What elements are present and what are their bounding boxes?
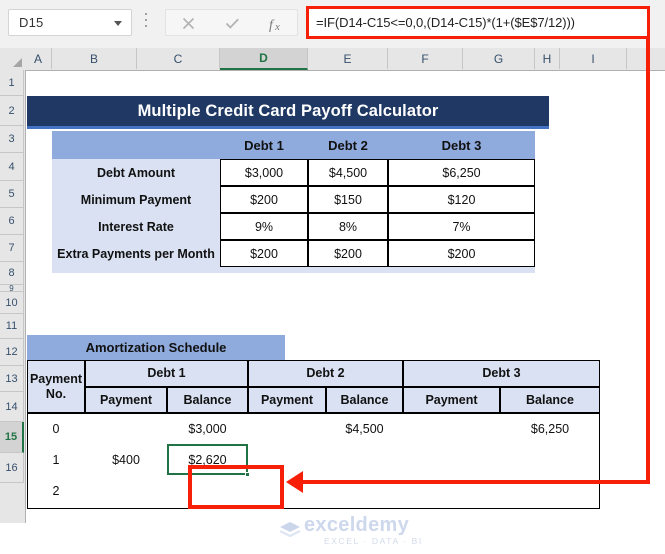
check-icon[interactable] [210, 10, 254, 37]
row-header-10[interactable]: 10 [0, 292, 24, 314]
debt-table-header-debt3: Debt 3 [388, 131, 535, 159]
schedule-subheader-d2-payment: Payment [248, 387, 326, 413]
debt-table-cell-1-2[interactable]: $120 [388, 186, 535, 213]
row-header-3[interactable]: 3 [0, 126, 24, 153]
row-header-6[interactable]: 6 [0, 208, 24, 235]
debt-table-cell-3-2[interactable]: $200 [388, 240, 535, 267]
schedule-row-0-d3-payment[interactable] [403, 413, 500, 444]
row-header-14[interactable]: 14 [0, 392, 24, 422]
function-icon[interactable]: f x [254, 10, 298, 37]
schedule-subheader-d3-balance: Balance [500, 387, 600, 413]
select-all-corner[interactable] [0, 48, 26, 69]
schedule-row-1-no[interactable]: 1 [27, 444, 85, 475]
debt-table-cell-0-2[interactable]: $6,250 [388, 159, 535, 186]
debt-table-cell-0-0[interactable]: $3,000 [220, 159, 308, 186]
row-header-5[interactable]: 5 [0, 181, 24, 208]
annotation-line-horizontal [300, 480, 650, 484]
page-title: Multiple Credit Card Payoff Calculator [27, 96, 549, 126]
debt-table-row-label-1: Minimum Payment [52, 186, 220, 213]
annotation-highlight-box [188, 465, 284, 509]
debt-table-header-debt2: Debt 2 [308, 131, 388, 159]
row-header-7[interactable]: 7 [0, 235, 24, 262]
row-header-13[interactable]: 13 [0, 366, 24, 392]
amortization-banner: Amortization Schedule [27, 335, 285, 360]
title-underline [27, 126, 549, 129]
schedule-subheader-d2-balance: Balance [326, 387, 403, 413]
schedule-group-debt2: Debt 2 [248, 360, 403, 387]
debt-table-cell-2-0[interactable]: 9% [220, 213, 308, 240]
annotation-arrow-icon [286, 471, 303, 493]
schedule-row-1-d1-payment[interactable]: $400 [85, 444, 167, 475]
formula-action-buttons: f x [165, 9, 298, 36]
close-icon[interactable] [166, 10, 210, 37]
spreadsheet-grid: A B C D E F G H I 1 2 3 4 5 6 7 8 9 10 1… [0, 48, 665, 546]
row-header-9[interactable]: 9 [0, 284, 24, 293]
column-header-a[interactable]: A [25, 48, 52, 69]
row-header-column: 1 2 3 4 5 6 7 8 9 10 11 12 13 14 15 16 [0, 70, 26, 523]
schedule-row-0-d2-balance[interactable]: $4,500 [326, 413, 403, 444]
debt-table-bottom-filler [52, 267, 535, 273]
row-header-8[interactable]: 8 [0, 262, 24, 285]
schedule-row-0-d3-balance[interactable]: $6,250 [500, 413, 600, 444]
schedule-header-payment-no-line1: Payment [29, 372, 83, 387]
debt-table-cell-3-1[interactable]: $200 [308, 240, 388, 267]
schedule-row-0-d1-payment[interactable] [85, 413, 167, 444]
schedule-header-payment-no-line2: No. [45, 386, 67, 401]
debt-table-row-label-3: Extra Payments per Month [52, 240, 220, 267]
debt-table-cell-1-1[interactable]: $150 [308, 186, 388, 213]
schedule-subheader-d3-payment: Payment [403, 387, 500, 413]
formula-bar: D15 f x =IF(D14-C15<=0,0,(D14-C15)*(1+($… [0, 0, 665, 48]
schedule-row-0-d1-balance[interactable]: $3,000 [167, 413, 248, 444]
exceldemy-logo-icon [279, 522, 301, 538]
column-header-f[interactable]: F [388, 48, 463, 69]
debt-table-blank-header [52, 131, 220, 159]
debt-table-cell-2-1[interactable]: 8% [308, 213, 388, 240]
row-header-1[interactable]: 1 [0, 70, 24, 96]
schedule-row-0-d2-payment[interactable] [248, 413, 326, 444]
row-header-16[interactable]: 16 [0, 453, 24, 483]
column-header-row: A B C D E F G H I [0, 48, 665, 71]
watermark-word: exceldemy [304, 514, 409, 536]
schedule-header-payment-no: Payment No. [27, 360, 85, 413]
formula-input[interactable]: =IF(D14-C15<=0,0,(D14-C15)*(1+($E$7/12))… [306, 6, 650, 39]
svg-text:x: x [274, 21, 280, 32]
schedule-row-1-d3-payment[interactable] [403, 444, 500, 475]
debt-table-row-label-0: Debt Amount [52, 159, 220, 186]
column-header-b[interactable]: B [52, 48, 137, 69]
row-header-11[interactable]: 11 [0, 314, 24, 339]
name-box[interactable]: D15 [8, 9, 132, 36]
row-header-4[interactable]: 4 [0, 153, 24, 181]
more-options-icon[interactable] [144, 13, 148, 33]
schedule-group-debt1: Debt 1 [85, 360, 248, 387]
column-header-c[interactable]: C [137, 48, 220, 69]
schedule-row-2-d1-payment[interactable] [85, 475, 167, 506]
schedule-row-1-d3-balance[interactable] [500, 444, 600, 475]
column-header-i[interactable]: I [560, 48, 627, 69]
chevron-down-icon[interactable] [114, 21, 122, 26]
schedule-group-debt3: Debt 3 [403, 360, 600, 387]
schedule-row-2-no[interactable]: 2 [27, 475, 85, 506]
debt-table-cell-3-0[interactable]: $200 [220, 240, 308, 267]
exceldemy-watermark: exceldemy EXCEL · DATA · BI [272, 514, 452, 554]
formula-text: =IF(D14-C15<=0,0,(D14-C15)*(1+($E$7/12))… [316, 15, 575, 30]
column-header-d[interactable]: D [220, 48, 308, 70]
debt-table-cell-1-0[interactable]: $200 [220, 186, 308, 213]
row-header-12[interactable]: 12 [0, 339, 24, 366]
name-box-value: D15 [19, 15, 44, 30]
debt-table-cell-2-2[interactable]: 7% [388, 213, 535, 240]
debt-table-row-label-2: Interest Rate [52, 213, 220, 240]
annotation-line-vertical [646, 36, 650, 484]
column-header-g[interactable]: G [463, 48, 535, 69]
schedule-subheader-d1-payment: Payment [85, 387, 167, 413]
schedule-row-1-d2-balance[interactable] [326, 444, 403, 475]
column-header-e[interactable]: E [308, 48, 388, 69]
column-header-h[interactable]: H [535, 48, 560, 69]
schedule-subheader-d1-balance: Balance [167, 387, 248, 413]
row-header-15[interactable]: 15 [0, 422, 24, 453]
debt-table-header-debt1: Debt 1 [220, 131, 308, 159]
debt-table-cell-0-1[interactable]: $4,500 [308, 159, 388, 186]
row-header-2[interactable]: 2 [0, 96, 24, 126]
watermark-subtitle: EXCEL · DATA · BI [324, 536, 423, 546]
schedule-row-0-no[interactable]: 0 [27, 413, 85, 444]
